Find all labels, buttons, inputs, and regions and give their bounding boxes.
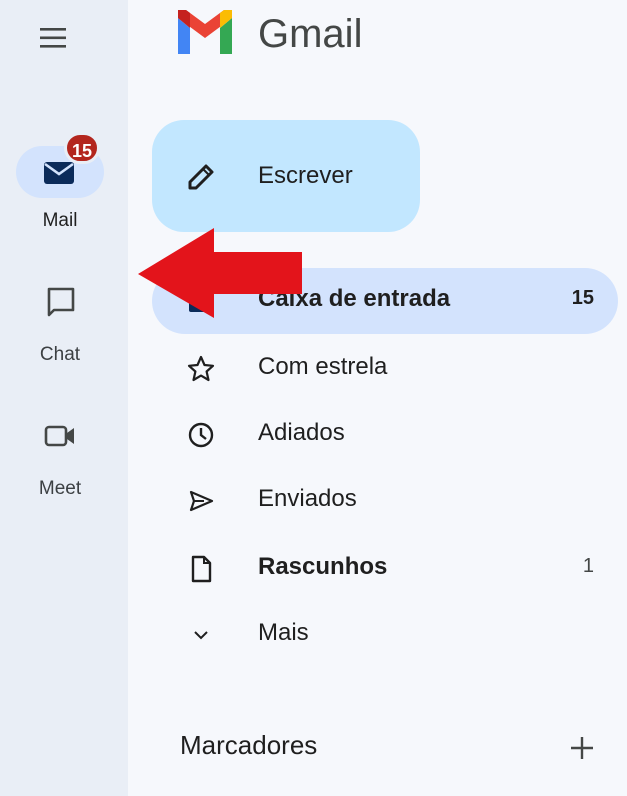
nav-item-starred-label: Com estrela <box>258 353 388 380</box>
nav-item-inbox-count: 15 <box>571 287 594 309</box>
pencil-icon <box>188 164 214 190</box>
clock-icon <box>188 422 214 448</box>
rail-item-chat-label: Chat <box>39 344 81 365</box>
hamburger-menu-icon[interactable] <box>40 26 66 50</box>
plus-icon[interactable] <box>564 730 600 766</box>
navigation-rail: 15 Mail Chat Meet <box>0 0 128 796</box>
red-arrow-icon <box>138 228 302 318</box>
rail-item-meet-label: Meet <box>38 478 82 499</box>
nav-item-sent[interactable]: Enviados <box>152 468 618 534</box>
nav-item-snoozed[interactable]: Adiados <box>152 402 618 468</box>
compose-label: Escrever <box>258 162 353 189</box>
send-icon <box>189 490 214 512</box>
app-title[interactable]: Gmail <box>258 12 362 57</box>
nav-item-snoozed-label: Adiados <box>258 419 345 446</box>
draft-file-icon <box>191 555 212 583</box>
rail-item-mail-label: Mail <box>42 210 78 231</box>
star-icon <box>187 355 215 382</box>
nav-item-more-label: Mais <box>258 619 309 646</box>
nav-item-sent-label: Enviados <box>258 485 357 512</box>
compose-button[interactable]: Escrever <box>152 120 420 232</box>
nav-item-drafts-label: Rascunhos <box>258 553 388 580</box>
chevron-down-icon <box>194 631 208 640</box>
gmail-m-logo-icon[interactable] <box>174 6 236 56</box>
nav-item-drafts[interactable]: Rascunhos 1 <box>152 536 618 602</box>
nav-item-drafts-count: 1 <box>582 555 594 577</box>
nav-item-more[interactable]: Mais <box>152 602 618 668</box>
labels-section-title: Marcadores <box>180 730 318 760</box>
video-camera-icon <box>44 425 74 447</box>
unread-badge: 15 <box>64 132 100 164</box>
chat-bubble-icon <box>47 287 75 317</box>
nav-item-starred[interactable]: Com estrela <box>152 336 618 402</box>
